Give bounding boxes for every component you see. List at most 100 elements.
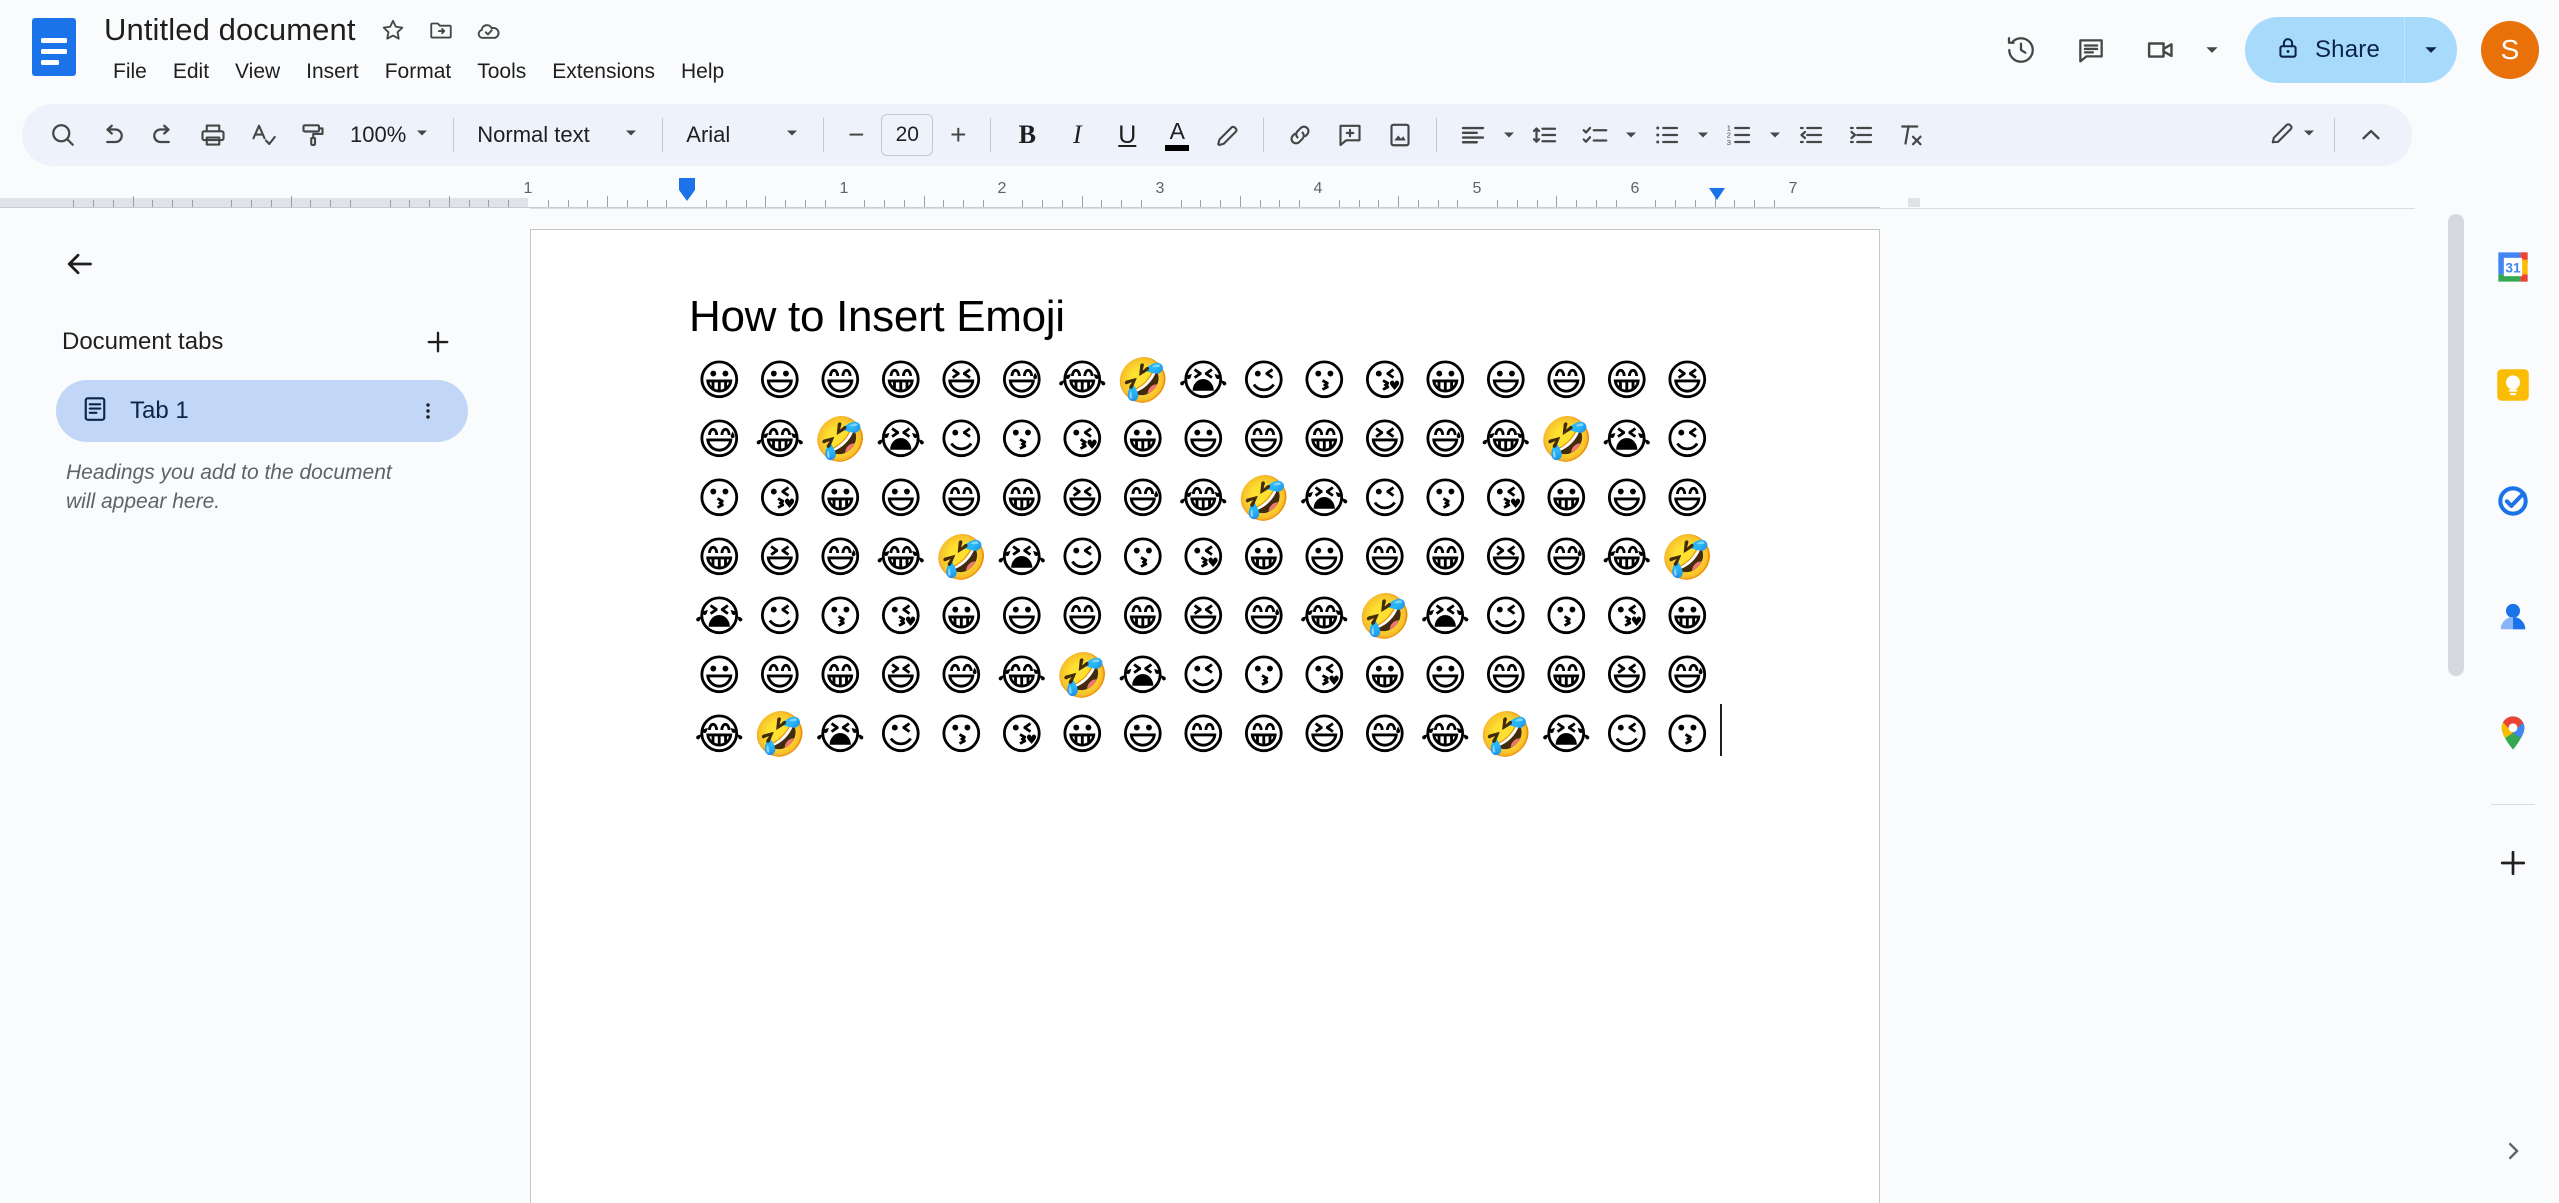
checklist-icon[interactable] xyxy=(1570,110,1620,160)
bulleted-list-icon[interactable] xyxy=(1642,110,1692,160)
more-vertical-icon[interactable] xyxy=(408,391,448,431)
bold-button[interactable]: B xyxy=(1002,110,1052,160)
ruler-number: 5 xyxy=(1472,180,1482,197)
google-keep-icon[interactable] xyxy=(2488,360,2538,410)
emoji-cell: 😆 xyxy=(1301,710,1347,760)
paint-format-icon[interactable] xyxy=(288,110,338,160)
meet-chevron-down-icon[interactable] xyxy=(2199,18,2225,82)
google-contacts-icon[interactable] xyxy=(2488,592,2538,642)
emoji-cell: 😉 xyxy=(1180,651,1226,701)
ruler-tick xyxy=(567,200,569,207)
highlight-pen-icon[interactable] xyxy=(1202,110,1252,160)
move-to-folder-icon[interactable] xyxy=(426,15,456,45)
font-size-input[interactable]: 20 xyxy=(881,114,934,156)
undo-icon[interactable] xyxy=(88,110,138,160)
emoji-cell: 😁 xyxy=(1422,533,1468,583)
ruler-tick xyxy=(1437,200,1439,207)
menu-item-view[interactable]: View xyxy=(222,56,293,88)
bullet-chevron-down-icon[interactable] xyxy=(1692,110,1714,160)
back-arrow-icon[interactable] xyxy=(52,236,108,292)
expand-panel-chevron-right-icon[interactable] xyxy=(2487,1125,2539,1177)
insert-image-icon[interactable] xyxy=(1375,110,1425,160)
left-indent-marker[interactable] xyxy=(676,178,698,207)
align-left-icon[interactable] xyxy=(1448,110,1498,160)
zoom-control[interactable]: 100% xyxy=(338,110,442,160)
ruler-tick xyxy=(1754,200,1756,207)
ruler-tick xyxy=(982,200,984,207)
italic-button[interactable]: I xyxy=(1052,110,1102,160)
numbered-chevron-down-icon[interactable] xyxy=(1764,110,1786,160)
increase-font-size-button[interactable]: + xyxy=(937,114,979,156)
video-camera-icon[interactable] xyxy=(2129,18,2193,82)
document-page[interactable]: How to Insert Emoji 😀 😃 😄 😁 😆 😅 😂 🤣 😭 😉 😗 😘 😀 😃 😄 😁 😆 😅 😂 🤣… xyxy=(530,229,1880,1203)
google-tasks-icon[interactable] xyxy=(2488,476,2538,526)
redo-icon[interactable] xyxy=(138,110,188,160)
toolbar-divider xyxy=(990,118,992,152)
menu-item-file[interactable]: File xyxy=(100,56,160,88)
font-family-dropdown[interactable]: Arial xyxy=(674,110,812,160)
collapse-toolbar-chevron-up-icon[interactable] xyxy=(2346,110,2396,160)
right-indent-marker[interactable] xyxy=(1706,186,1728,207)
horizontal-ruler[interactable]: 1 1 2 3 4 5 6 7 xyxy=(0,178,2420,208)
underline-button[interactable]: U xyxy=(1102,110,1152,160)
add-addon-icon[interactable] xyxy=(2488,838,2538,888)
ruler-tick xyxy=(92,200,94,207)
menu-item-tools[interactable]: Tools xyxy=(464,56,539,88)
emoji-cell: 😃 xyxy=(1483,356,1529,406)
toolbar-right-group xyxy=(2257,110,2396,160)
menu-item-insert[interactable]: Insert xyxy=(293,56,372,88)
emoji-cell: 😅 xyxy=(999,356,1045,406)
document-tab-icon xyxy=(80,394,110,429)
add-tab-icon[interactable] xyxy=(414,318,462,366)
star-icon[interactable] xyxy=(378,15,408,45)
decrease-font-size-button[interactable]: − xyxy=(835,114,877,156)
text-color-button[interactable]: A xyxy=(1152,110,1202,160)
increase-indent-icon[interactable] xyxy=(1836,110,1886,160)
emoji-cell: 😅 xyxy=(1120,474,1166,524)
menu-item-format[interactable]: Format xyxy=(372,56,465,88)
add-comment-icon[interactable] xyxy=(1325,110,1375,160)
emoji-cell: 😂 xyxy=(996,651,1047,701)
line-spacing-icon[interactable] xyxy=(1520,110,1570,160)
emoji-cell: 😭 xyxy=(875,415,926,465)
google-calendar-icon[interactable]: 31 xyxy=(2488,242,2538,292)
ruler-tick xyxy=(1556,196,1558,207)
emoji-cell: 😗 xyxy=(696,474,742,524)
google-maps-icon[interactable] xyxy=(2488,708,2538,758)
emoji-cell: 🤣 xyxy=(1660,533,1715,583)
decrease-indent-icon[interactable] xyxy=(1786,110,1836,160)
menu-item-help[interactable]: Help xyxy=(668,56,737,88)
comment-icon[interactable] xyxy=(2059,18,2123,82)
ruler-tick xyxy=(646,200,648,207)
print-icon[interactable] xyxy=(188,110,238,160)
sidebar-item-tab-1[interactable]: Tab 1 xyxy=(56,380,468,442)
share-chevron-down-icon[interactable] xyxy=(2405,17,2457,83)
share-button-main[interactable]: Share xyxy=(2245,17,2404,83)
search-icon[interactable] xyxy=(38,110,88,160)
clear-formatting-icon[interactable] xyxy=(1886,110,1936,160)
google-docs-logo[interactable] xyxy=(32,18,76,76)
version-history-icon[interactable] xyxy=(1989,18,2053,82)
editing-mode-control[interactable] xyxy=(2257,110,2323,160)
emoji-grid[interactable]: 😀 😃 😄 😁 😆 😅 😂 🤣 😭 😉 😗 😘 😀 😃 😄 😁 😆 😅 😂 🤣 😭 😉 😗 😘 😀 😃 😄 😁 😆 😅 😂 🤣 😭 😉 😗 😘 😀 😃 😄 😁… xyxy=(689,352,1729,765)
font-family-value: Arial xyxy=(686,122,731,147)
share-button[interactable]: Share xyxy=(2244,17,2457,83)
document-title[interactable]: Untitled document xyxy=(100,10,360,50)
cloud-saved-icon[interactable] xyxy=(474,15,504,45)
font-chevron-down-icon xyxy=(784,125,800,146)
paragraph-style-dropdown[interactable]: Normal text xyxy=(465,110,651,160)
insert-link-icon[interactable] xyxy=(1275,110,1325,160)
spellcheck-icon[interactable] xyxy=(238,110,288,160)
ruler-tick xyxy=(132,196,134,207)
emoji-cell: 😀 xyxy=(817,474,863,524)
ruler-tick xyxy=(191,200,193,207)
avatar[interactable]: S xyxy=(2481,21,2539,79)
align-chevron-down-icon[interactable] xyxy=(1498,110,1520,160)
menu-item-edit[interactable]: Edit xyxy=(160,56,222,88)
formatting-toolbar: 100% Normal text Arial − 20 + B I U A 1 … xyxy=(22,104,2412,166)
menu-item-extensions[interactable]: Extensions xyxy=(539,56,668,88)
numbered-list-icon[interactable]: 1 2 3 xyxy=(1714,110,1764,160)
zoom-level-value: 100% xyxy=(350,122,407,147)
vertical-scrollbar[interactable] xyxy=(2448,214,2464,676)
checklist-chevron-down-icon[interactable] xyxy=(1620,110,1642,160)
